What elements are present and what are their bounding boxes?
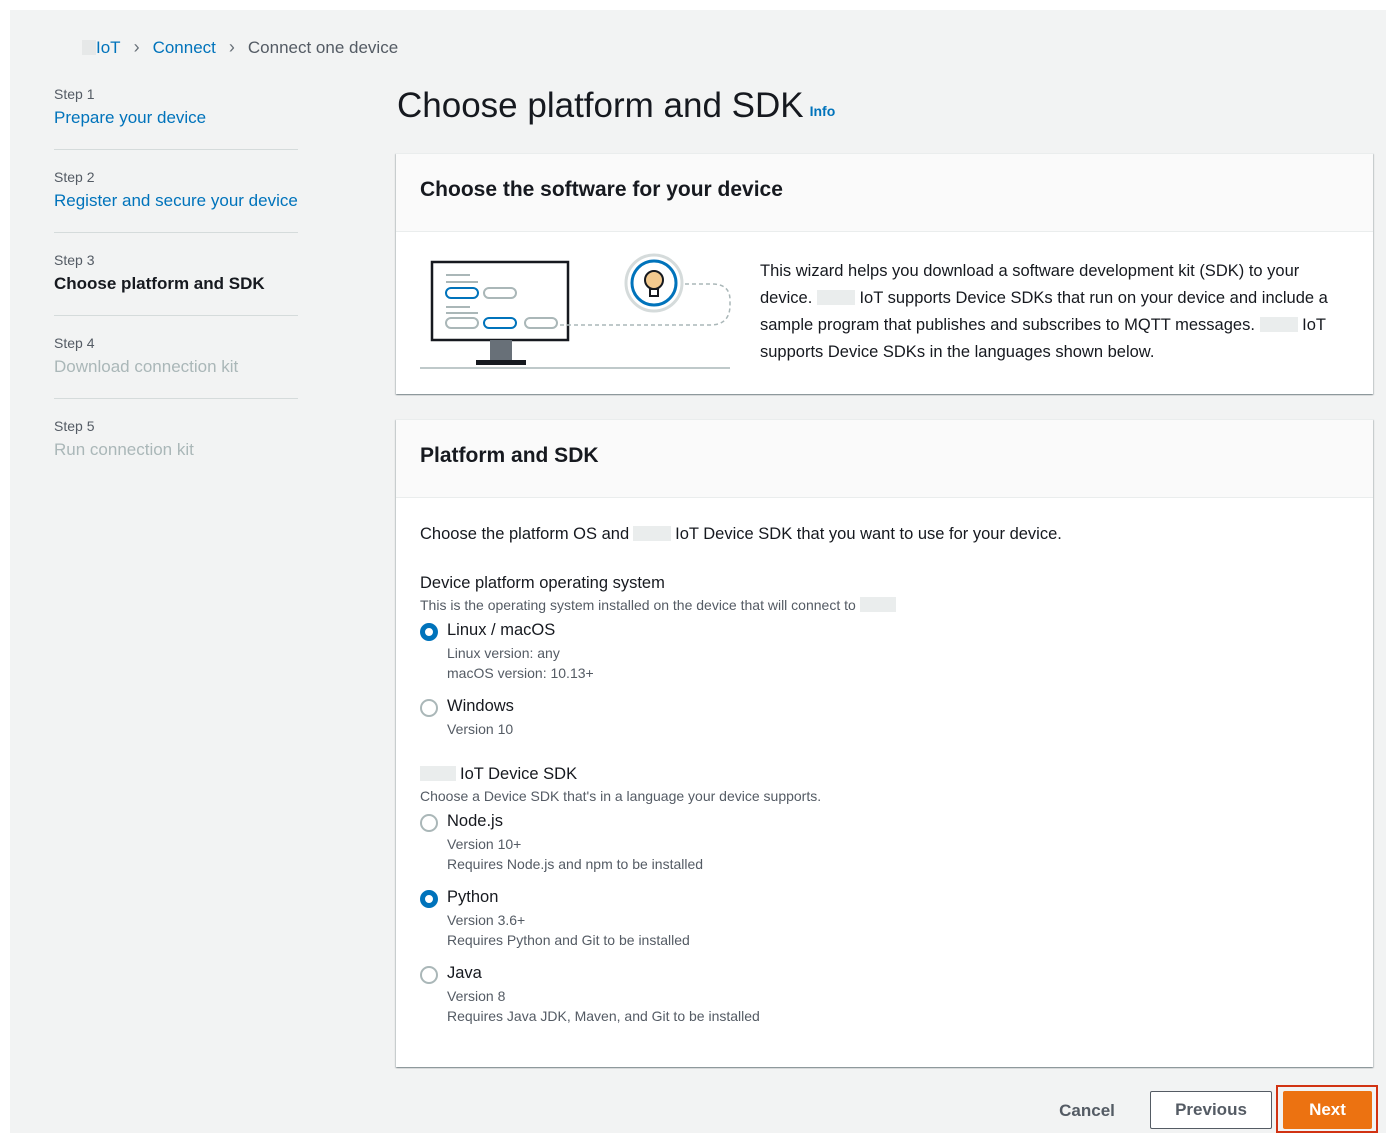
radio-desc: Requires Python and Git to be installed xyxy=(447,932,690,948)
chevron-right-icon: › xyxy=(228,37,235,57)
radio-desc: Requires Java JDK, Maven, and Git to be … xyxy=(447,1008,760,1024)
chevron-right-icon: › xyxy=(133,37,140,57)
platform-sdk-form: Choose the platform OS and IoT Device SDK… xyxy=(420,525,1350,1040)
platform-sdk-panel: Platform and SDK Choose the platform OS … xyxy=(396,419,1373,1067)
radio-unchecked-icon[interactable] xyxy=(420,699,438,717)
radio-checked-icon[interactable] xyxy=(420,890,438,908)
breadcrumb: IoT › Connect › Connect one device xyxy=(82,37,398,58)
os-group-desc: This is the operating system installed o… xyxy=(420,597,1350,613)
step-link-prepare-device[interactable]: Prepare your device xyxy=(54,108,298,128)
radio-label: Java xyxy=(447,964,482,982)
step-number: Step 5 xyxy=(54,418,95,434)
radio-unchecked-icon[interactable] xyxy=(420,814,438,832)
radio-label: Linux / macOS xyxy=(447,621,556,639)
device-illustration xyxy=(420,253,731,369)
step-4: Step 4 Download connection kit xyxy=(54,335,298,399)
cancel-button[interactable]: Cancel xyxy=(1040,1092,1134,1130)
radio-label: Windows xyxy=(447,697,514,715)
panel-title: Choose the software for your device xyxy=(396,154,1373,232)
next-button[interactable]: Next xyxy=(1283,1091,1372,1129)
radio-option-java[interactable]: Java Version 8 Requires Java JDK, Maven,… xyxy=(420,964,1350,1026)
step-number: Step 1 xyxy=(54,86,95,102)
intro-description: This wizard helps you download a softwar… xyxy=(760,258,1356,366)
radio-desc: Requires Node.js and npm to be installed xyxy=(447,856,704,872)
step-number: Step 2 xyxy=(54,169,95,185)
page-title: Choose platform and SDK Info xyxy=(397,86,835,126)
step-number: Step 4 xyxy=(54,335,95,351)
radio-label: Python xyxy=(447,888,499,906)
radio-unchecked-icon[interactable] xyxy=(420,966,438,984)
radio-option-windows[interactable]: Windows Version 10 xyxy=(420,697,1350,739)
redacted-text xyxy=(859,597,896,612)
step-2: Step 2 Register and secure your device xyxy=(54,169,298,233)
wizard-steps: Step 1 Prepare your device Step 2 Regist… xyxy=(54,86,298,500)
step-number: Step 3 xyxy=(54,252,95,268)
radio-option-nodejs[interactable]: Node.js Version 10+ Requires Node.js and… xyxy=(420,812,1350,874)
panel-title: Platform and SDK xyxy=(396,420,1373,498)
radio-desc: Version 8 xyxy=(447,988,506,1004)
radio-checked-icon[interactable] xyxy=(420,623,438,641)
redacted-text xyxy=(1259,317,1298,332)
step-disabled-download-kit: Download connection kit xyxy=(54,357,239,376)
panel-description: Choose the platform OS and IoT Device SDK… xyxy=(420,525,1350,544)
breadcrumb-link-iot[interactable]: IoT xyxy=(96,38,121,58)
radio-option-linux-macos[interactable]: Linux / macOS Linux version: any macOS v… xyxy=(420,621,1350,683)
sdk-group-desc: Choose a Device SDK that's in a language… xyxy=(420,788,822,804)
desc-text-2: IoT Device SDK that you want to use for … xyxy=(675,525,1062,543)
step-link-register-device[interactable]: Register and secure your device xyxy=(54,191,298,211)
os-group-desc-text: This is the operating system installed o… xyxy=(420,597,856,613)
radio-desc: Version 10 xyxy=(447,721,514,737)
radio-desc: Version 3.6+ xyxy=(447,912,526,928)
step-3: Step 3 Choose platform and SDK xyxy=(54,252,298,316)
radio-desc: Linux version: any xyxy=(447,645,560,661)
breadcrumb-current: Connect one device xyxy=(247,37,399,57)
step-5: Step 5 Run connection kit xyxy=(54,418,298,481)
sdk-group-label: IoT Device SDK xyxy=(420,765,1350,784)
redacted-text xyxy=(816,290,855,305)
sdk-group-label-text: IoT Device SDK xyxy=(460,765,578,783)
desc-text-1: Choose the platform OS and xyxy=(420,525,630,543)
radio-label: Node.js xyxy=(447,812,503,830)
redacted-text xyxy=(633,526,672,541)
info-link[interactable]: Info xyxy=(810,103,836,119)
os-group-label: Device platform operating system xyxy=(420,574,665,592)
radio-desc: Version 10+ xyxy=(447,836,522,852)
software-panel: Choose the software for your device This… xyxy=(396,153,1373,394)
page-title-text: Choose platform and SDK xyxy=(397,86,804,125)
previous-button[interactable]: Previous xyxy=(1150,1091,1272,1129)
redacted-text xyxy=(82,40,96,55)
radio-desc: macOS version: 10.13+ xyxy=(447,665,594,681)
redacted-text xyxy=(420,766,456,781)
step-1: Step 1 Prepare your device xyxy=(54,86,298,150)
step-current-platform-sdk: Choose platform and SDK xyxy=(54,274,265,293)
step-disabled-run-kit: Run connection kit xyxy=(54,440,194,459)
radio-option-python[interactable]: Python Version 3.6+ Requires Python and … xyxy=(420,888,1350,950)
breadcrumb-link-connect[interactable]: Connect xyxy=(153,38,216,58)
